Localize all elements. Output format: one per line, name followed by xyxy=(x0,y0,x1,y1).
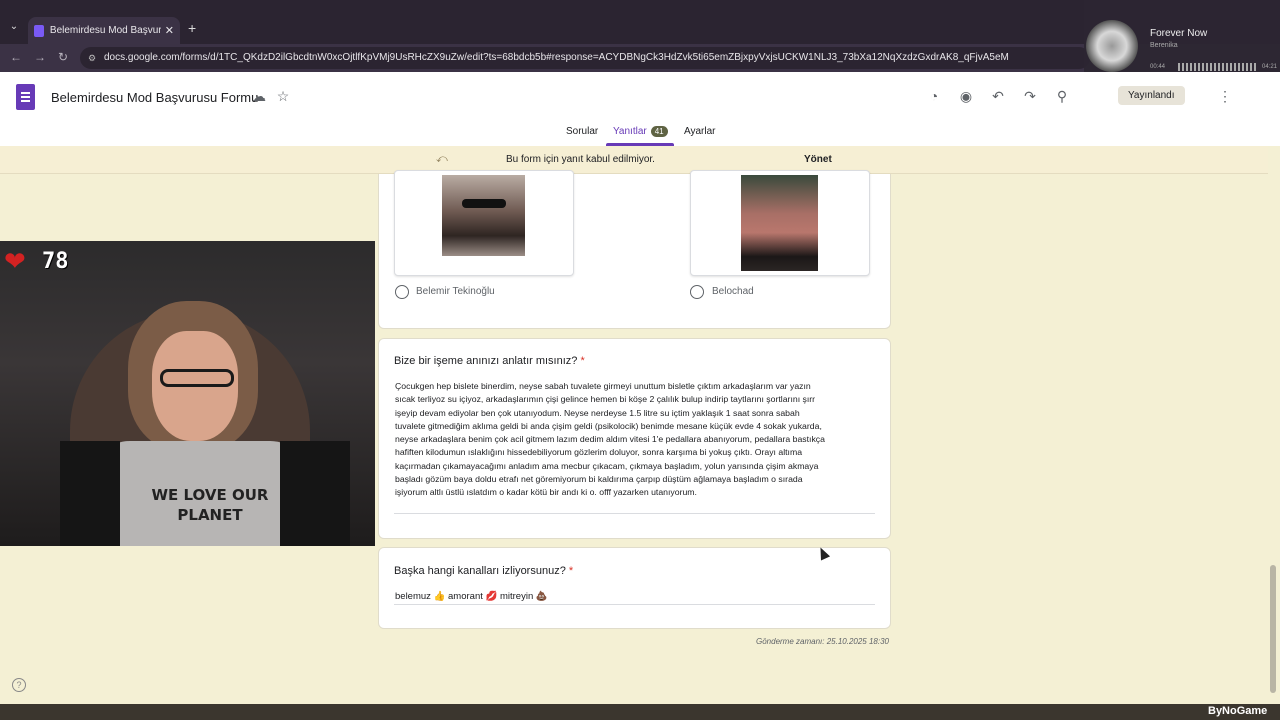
browser-tab-title: Belemirdesu Mod Başvurusu Fo xyxy=(49,25,161,36)
responses-off-icon: ⤺ xyxy=(436,153,448,165)
forms-favicon-icon xyxy=(34,24,44,37)
stream-frame-border xyxy=(0,704,1280,720)
answer-line: tuvalete gitmediğim aklıma geldi bi anda… xyxy=(395,420,822,431)
browser-tab[interactable]: Belemirdesu Mod Başvurusu Fo ✕ xyxy=(28,17,180,44)
photo-sunglasses xyxy=(462,199,506,208)
move-to-drive-icon[interactable]: ☁ xyxy=(250,88,268,105)
submitted-timestamp: Gönderme zamanı: 25.10.2025 18:30 xyxy=(756,637,889,646)
music-artist: Berenika xyxy=(1150,42,1178,49)
notice-text: Bu form için yanıt kabul edilmiyor. xyxy=(506,154,655,165)
tab-settings[interactable]: Ayarlar xyxy=(684,126,716,137)
webcam-overlay: WE LOVE OUR PLANET xyxy=(0,241,375,546)
required-asterisk: * xyxy=(580,355,585,367)
address-url: docs.google.com/forms/d/1TC_QKdzD2ilGbcd… xyxy=(104,52,1009,63)
manage-button[interactable]: Yönet xyxy=(804,154,832,165)
option-photo xyxy=(442,175,525,256)
publish-button[interactable]: Yayınlandı xyxy=(1118,86,1185,105)
page-scrollbar[interactable] xyxy=(1270,565,1276,693)
preview-icon[interactable]: ◉ xyxy=(957,88,975,105)
answer-line: kaçırmadan çıkamayacağımı anladım ama me… xyxy=(395,460,819,471)
answer-text: belemuz 👍 amorant 💋 mitreyin 💩 xyxy=(395,591,548,602)
webcam-glasses xyxy=(160,369,234,387)
question-title: Bize bir işeme anınızı anlatır mısınız? … xyxy=(394,355,585,367)
palette-icon[interactable]: ◔ xyxy=(925,88,943,104)
google-forms-logo-icon[interactable] xyxy=(16,84,35,110)
answer-line: işiyorum altlı üstlü ıslatdım o kadar kö… xyxy=(395,487,697,498)
radio-button[interactable] xyxy=(690,285,704,299)
music-title: Forever Now xyxy=(1150,28,1208,39)
answer-line: sıcak terliyoz su içiyoz, arkadaşlarımın… xyxy=(395,394,816,405)
answer-line: Çocukgen hep bislete binerdim, neyse sab… xyxy=(395,381,811,391)
tab-responses[interactable]: Yanıtlar 41 xyxy=(613,126,668,137)
address-bar[interactable]: ⚙ docs.google.com/forms/d/1TC_QKdzD2ilGb… xyxy=(80,47,1090,69)
question-title: Başka hangi kanalları izliyorsunuz? * xyxy=(394,565,573,577)
new-tab-button[interactable]: + xyxy=(188,20,196,36)
webcam-jacket xyxy=(280,441,350,546)
answer-line: neyse arkadaşlara benim çok acil gitmem … xyxy=(395,434,825,445)
heart-icon: ❤ xyxy=(4,246,26,276)
radio-button[interactable] xyxy=(395,285,409,299)
tab-close-icon[interactable]: ✕ xyxy=(165,24,174,37)
more-options-icon[interactable]: ⋮ xyxy=(1216,88,1234,105)
answer-underline xyxy=(394,513,875,514)
tab-list-button[interactable]: ⌄ xyxy=(6,21,22,37)
music-time-total: 04:21 xyxy=(1262,64,1278,70)
question-title-text: Bize bir işeme anınızı anlatır mısınız? xyxy=(394,355,578,367)
channel-watermark: ByNoGame xyxy=(1208,705,1268,717)
option-label: Belochad xyxy=(712,286,754,297)
copy-link-icon[interactable]: ⚲ xyxy=(1053,88,1071,105)
shirt-print: WE LOVE OUR PLANET xyxy=(151,486,269,524)
hp-counter: 78 xyxy=(42,249,69,274)
help-icon[interactable]: ? xyxy=(12,678,26,692)
form-title[interactable]: Belemirdesu Mod Başvurusu Formu xyxy=(51,90,258,105)
answer-line: başladı gözüm baya doldu etrafı net göre… xyxy=(395,474,803,485)
responses-count-badge: 41 xyxy=(650,126,668,137)
redo-icon[interactable]: ↷ xyxy=(1021,88,1039,105)
answer-line: işeyip devam ediyolar ben çok utanıyodum… xyxy=(395,407,800,418)
option-photo xyxy=(741,175,818,271)
reload-button[interactable]: ↻ xyxy=(58,50,68,64)
tab-responses-label: Yanıtlar xyxy=(613,126,647,137)
webcam-jacket xyxy=(60,441,120,546)
question-title-text: Başka hangi kanalları izliyorsunuz? xyxy=(394,565,566,577)
not-accepting-responses-banner: ⤺ Bu form için yanıt kabul edilmiyor. Yö… xyxy=(0,146,1268,174)
answer-line: hafiften kilodumun ıslaklığını hissedebi… xyxy=(395,447,803,458)
site-info-icon[interactable]: ⚙ xyxy=(88,47,96,69)
option-label: Belemir Tekinoğlu xyxy=(416,286,495,297)
album-art xyxy=(1086,20,1138,72)
tab-questions[interactable]: Sorular xyxy=(566,126,598,137)
forward-button[interactable]: → xyxy=(34,50,46,64)
undo-icon[interactable]: ↶ xyxy=(989,88,1007,105)
forms-header: Belemirdesu Mod Başvurusu Formu ☁ ☆ ◔ ◉ … xyxy=(0,72,1280,146)
answer-underline xyxy=(394,604,875,605)
channels-question-card xyxy=(378,547,891,629)
required-asterisk: * xyxy=(568,565,574,577)
form-tabs: Sorular Yanıtlar 41 Ayarlar xyxy=(0,122,1280,146)
music-waveform xyxy=(1178,63,1258,71)
back-button[interactable]: ← xyxy=(10,50,22,64)
answer-text: Çocukgen hep bislete binerdim, neyse sab… xyxy=(395,380,885,500)
star-icon[interactable]: ☆ xyxy=(274,88,292,105)
music-time-elapsed: 00:44 xyxy=(1150,64,1166,70)
